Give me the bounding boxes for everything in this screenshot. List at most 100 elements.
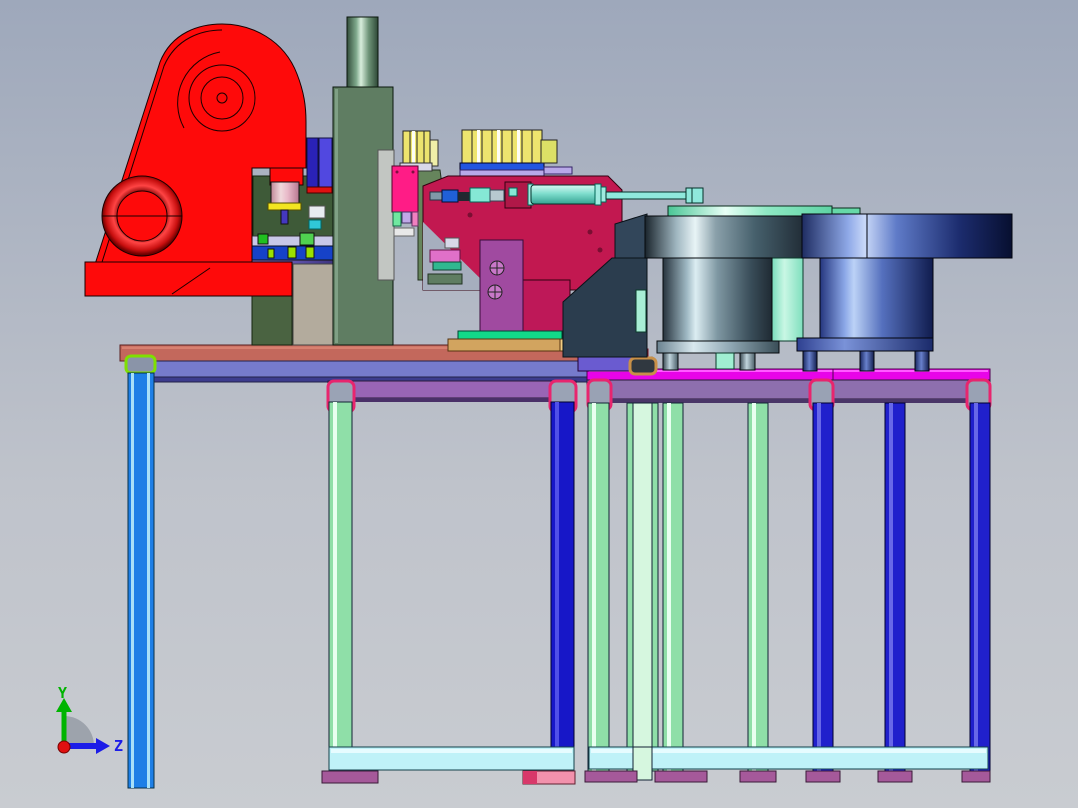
actuator-gray: [429, 191, 443, 201]
right-foot-pad-5: [877, 770, 913, 783]
fixture-hole-2: [597, 247, 603, 253]
fixture-hole-1: [587, 229, 593, 235]
mint-bit: [392, 211, 402, 227]
press-flywheel-hub: [216, 92, 228, 104]
slab-violet: [318, 137, 333, 188]
chute-mint-sliver: [635, 289, 647, 333]
die-chartreuse-1: [287, 246, 297, 259]
cylinder-cap-right: [594, 183, 602, 206]
right-foot-pad-3: [739, 770, 777, 783]
ram-yellow-flange: [267, 202, 302, 211]
right-leg-mint-4: [747, 402, 769, 772]
right-leg-blue-hl-2: [889, 403, 893, 771]
right-leg-mint-3: [662, 402, 684, 772]
left-leg-navy-highlight: [555, 402, 559, 773]
right-foot-pad-4: [805, 770, 841, 783]
spring-stack-b: [459, 129, 545, 178]
fixture-hole-3: [467, 212, 473, 218]
spring-b-gap-1: [477, 130, 480, 163]
spring-a-gap: [412, 131, 415, 163]
feeder-right-body: [819, 257, 934, 339]
right-table-band-edge: [587, 399, 990, 403]
viewport-canvas[interactable]: Y Z: [0, 0, 1078, 808]
y-axis-label: Y: [58, 684, 67, 702]
die-support-column: [251, 291, 293, 346]
right-leg-blue-2: [884, 402, 906, 772]
left-table-band: [129, 360, 639, 378]
die-chartreuse-2: [305, 246, 315, 259]
die-chartreuse-3: [267, 248, 275, 259]
rod-end-fitting: [685, 187, 704, 204]
fixture-olive-part: [427, 273, 463, 285]
left-foot-pad-1: [321, 770, 379, 784]
fixture-pink-part: [429, 249, 461, 263]
ram-punch-pin: [280, 209, 289, 225]
left-leg-cap: [124, 354, 157, 375]
right-leg-blue-hl-3: [974, 403, 978, 771]
left-foot-pad-2-end: [523, 771, 537, 784]
right-leg-blue-1: [812, 402, 834, 772]
column-cylinder: [346, 16, 379, 88]
clamp-bracket: [628, 356, 658, 376]
die-green-part-1: [257, 233, 269, 245]
cylinder-mount-port: [508, 187, 518, 197]
feeder-right-base-ring: [796, 337, 934, 352]
left-table-leg-navy: [550, 401, 575, 774]
green-strip: [457, 330, 563, 340]
right-leg-blue-hl-1: [817, 403, 821, 771]
actuator-teal: [469, 187, 491, 203]
small-white-block: [308, 205, 326, 219]
tan-block: [292, 263, 334, 346]
left-leg-highlight-1: [131, 373, 134, 788]
press-base: [84, 261, 293, 297]
feeder-left-body: [662, 257, 773, 342]
right-foot-pad-2: [654, 770, 708, 783]
feeder-left-foot-1: [662, 352, 679, 371]
fixture-white-part: [444, 237, 460, 249]
column-edge-highlight: [335, 89, 338, 343]
left-table-leg-mint: [328, 401, 353, 774]
slab-red-strip: [306, 186, 333, 194]
z-axis-label: Z: [114, 737, 123, 755]
spring-b-blue-band: [459, 162, 545, 171]
lavender-bit: [401, 211, 412, 224]
feeder-right-top-ring: [801, 213, 1013, 259]
feeder-left-base-ring: [656, 340, 780, 354]
feeder-right-foot-2: [859, 350, 875, 372]
right-leg-pale-center: [632, 402, 653, 772]
slab-indigo: [306, 137, 319, 188]
spring-stack-c: [540, 139, 558, 164]
feeder-right-foot-1: [802, 350, 818, 372]
cad-viewport[interactable]: Y Z: [0, 0, 1078, 808]
feeder-left-top-ring: [644, 215, 803, 259]
right-leg-hl-3: [667, 403, 671, 771]
right-leg-hl-1: [592, 403, 596, 771]
right-foot-pad-1: [584, 770, 638, 783]
ram-pink-cylinder: [270, 181, 300, 204]
spring-b-gap-3: [517, 130, 520, 163]
right-foot-pad-6: [961, 770, 991, 783]
left-leg-mint-highlight: [333, 402, 337, 773]
right-leg-mint-1: [587, 402, 610, 772]
cylinder-barrel: [530, 184, 598, 205]
origin-marker: [57, 740, 71, 754]
pink-block-screw-1: [395, 170, 399, 174]
right-leg-blue-3: [969, 402, 991, 772]
pink-block-screw-2: [411, 170, 415, 174]
spring-stack-a: [399, 130, 433, 172]
actuator-blue: [441, 189, 459, 203]
right-table-band: [586, 379, 991, 400]
pink-bit: [411, 211, 419, 227]
left-table-apron-edge: [328, 398, 576, 402]
feeder-left-mint-bowl: [771, 257, 804, 342]
cylinder-collar: [600, 186, 607, 203]
actuator-silver: [489, 189, 505, 202]
feeder-left-mint-gap: [715, 352, 735, 370]
spring-b-gap-2: [497, 130, 500, 163]
small-cyan-block: [308, 219, 322, 230]
left-table-apron: [327, 380, 577, 399]
white-bit: [393, 227, 415, 237]
cylinder-rod: [605, 191, 689, 200]
spring-c-band: [543, 166, 573, 175]
right-leg-hl-4: [752, 403, 756, 771]
